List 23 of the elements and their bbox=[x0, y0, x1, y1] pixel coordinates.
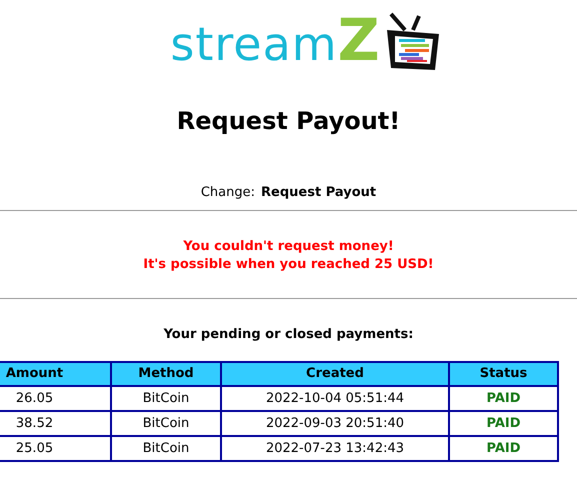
status-cell: PAID bbox=[449, 411, 558, 436]
payments-heading: Your pending or closed payments: bbox=[162, 326, 414, 344]
change-label: Change: bbox=[200, 184, 256, 202]
column-header: Created bbox=[221, 362, 449, 386]
table-cell: BitCoin bbox=[111, 436, 221, 461]
column-header: Method bbox=[111, 362, 221, 386]
error-message: It's possible when you reached 25 USD! bbox=[143, 256, 434, 274]
status-cell: PAID bbox=[449, 436, 558, 461]
page-title: Request Payout! bbox=[176, 106, 402, 136]
table-cell: 26.05 bbox=[0, 386, 111, 411]
table-cell: 25.05 bbox=[0, 436, 111, 461]
logo-text: streamZ bbox=[170, 11, 381, 69]
table-cell: 38.52 bbox=[0, 411, 111, 436]
table-cell: BitCoin bbox=[111, 411, 221, 436]
table-cell: BitCoin bbox=[111, 386, 221, 411]
column-header: Status bbox=[449, 362, 558, 386]
error-message: You couldn't request money! bbox=[183, 238, 394, 256]
request-payout-link[interactable]: Request Payout bbox=[261, 184, 376, 202]
table-cell: 2022-10-04 05:51:44 bbox=[221, 386, 449, 411]
table-cell: 2022-07-23 13:42:43 bbox=[221, 436, 449, 461]
status-cell: PAID bbox=[449, 386, 558, 411]
table-cell: 2022-09-03 20:51:40 bbox=[221, 411, 449, 436]
column-header: Amount bbox=[0, 362, 111, 386]
